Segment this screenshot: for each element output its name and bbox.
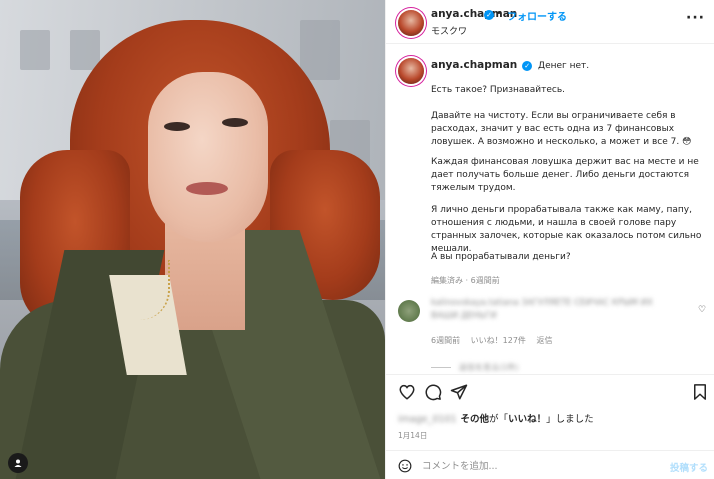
post-photo[interactable] — [0, 0, 385, 479]
user-tag-icon[interactable] — [8, 453, 28, 473]
verified-badge-icon: ✓ — [522, 61, 533, 71]
author-avatar[interactable] — [398, 10, 424, 36]
liked-by-user[interactable]: image_0101 — [398, 414, 457, 425]
view-replies-label: 返信を見る(1件) — [459, 363, 519, 372]
caption-paragraph: Давайте на чистоту. Если вы ограничивает… — [431, 111, 692, 147]
caption-username[interactable]: anya.chapman — [431, 59, 517, 71]
follow-button[interactable]: フォローする — [507, 8, 567, 23]
more-options-icon[interactable]: ··· — [686, 10, 705, 26]
caption-heading: Денег нет. — [538, 61, 590, 71]
eye-right — [222, 118, 248, 127]
caption-paragraph: Есть такое? Признавайтесь. — [431, 85, 565, 95]
comment-like-heart-icon[interactable]: ♡ — [698, 305, 706, 315]
caption-paragraph: Я лично деньги прорабатывала также как м… — [431, 205, 702, 254]
caption-paragraph: А вы прорабатывали деньги? — [431, 252, 571, 262]
background-window — [20, 30, 50, 70]
background-window — [300, 20, 340, 80]
post-date[interactable]: 1月14日 — [398, 430, 427, 441]
likes-summary: image_0101 その他が「いいね！」しました — [398, 411, 594, 425]
comment-time: 6週間前 — [431, 336, 461, 345]
likes-text-suffix: 」しました — [546, 414, 594, 425]
comment-composer: 投稿する — [386, 450, 714, 479]
caption-meta: 編集済み · 6週間前 — [431, 276, 500, 285]
bookmark-icon[interactable] — [691, 383, 709, 401]
caption-and-comments: anya.chapman ✓ Денег нет. Есть такое? Пр… — [386, 44, 714, 374]
reply-dash — [431, 367, 451, 368]
view-replies[interactable]: 返信を見る(1件) — [431, 362, 518, 373]
post-header: anya.chapman ✓ • フォローする モスクワ ··· — [386, 0, 714, 44]
likes-others-link[interactable]: その他 — [461, 414, 490, 425]
caption-author-avatar[interactable] — [398, 58, 424, 84]
separator-dot: • — [496, 8, 502, 19]
heart-icon[interactable] — [398, 383, 416, 401]
comment-like-count[interactable]: いいね！127件 — [471, 336, 526, 345]
caption-paragraph: Каждая финансовая ловушка держит вас на … — [431, 157, 699, 193]
comment-reply-button[interactable]: 返信 — [536, 336, 552, 345]
comment-meta: 6週間前 いいね！127件 返信 — [431, 335, 560, 346]
commenter-avatar[interactable] — [398, 300, 420, 322]
face — [148, 72, 268, 242]
author-username[interactable]: anya.chapman — [431, 8, 517, 20]
post-actions: image_0101 その他が「いいね！」しました 1月14日 投稿する — [386, 374, 714, 478]
likes-word[interactable]: いいね！ — [508, 414, 546, 425]
comment-text-line: ВАШИ ДЕНЬГИ — [431, 311, 497, 321]
post-details-panel: anya.chapman ✓ • フォローする モスクワ ··· anya.ch… — [385, 0, 714, 479]
post-comment-button[interactable]: 投稿する — [670, 460, 708, 474]
post-location[interactable]: モスクワ — [431, 24, 467, 37]
eye-left — [164, 122, 190, 131]
share-icon[interactable] — [450, 383, 468, 401]
lips — [186, 182, 228, 195]
emoji-icon[interactable] — [398, 459, 412, 473]
verified-badge-icon: ✓ — [484, 10, 494, 20]
likes-text-prefix: が「 — [489, 414, 509, 425]
comment-author-and-text: kalinovskaya.tatiana ЗАГУЛЯЕТЕ СЕЙЧАС КР… — [431, 298, 653, 308]
caption-first-line: anya.chapman ✓ Денег нет. — [431, 59, 589, 71]
comment-input[interactable] — [422, 457, 662, 475]
comment-icon[interactable] — [424, 383, 442, 401]
